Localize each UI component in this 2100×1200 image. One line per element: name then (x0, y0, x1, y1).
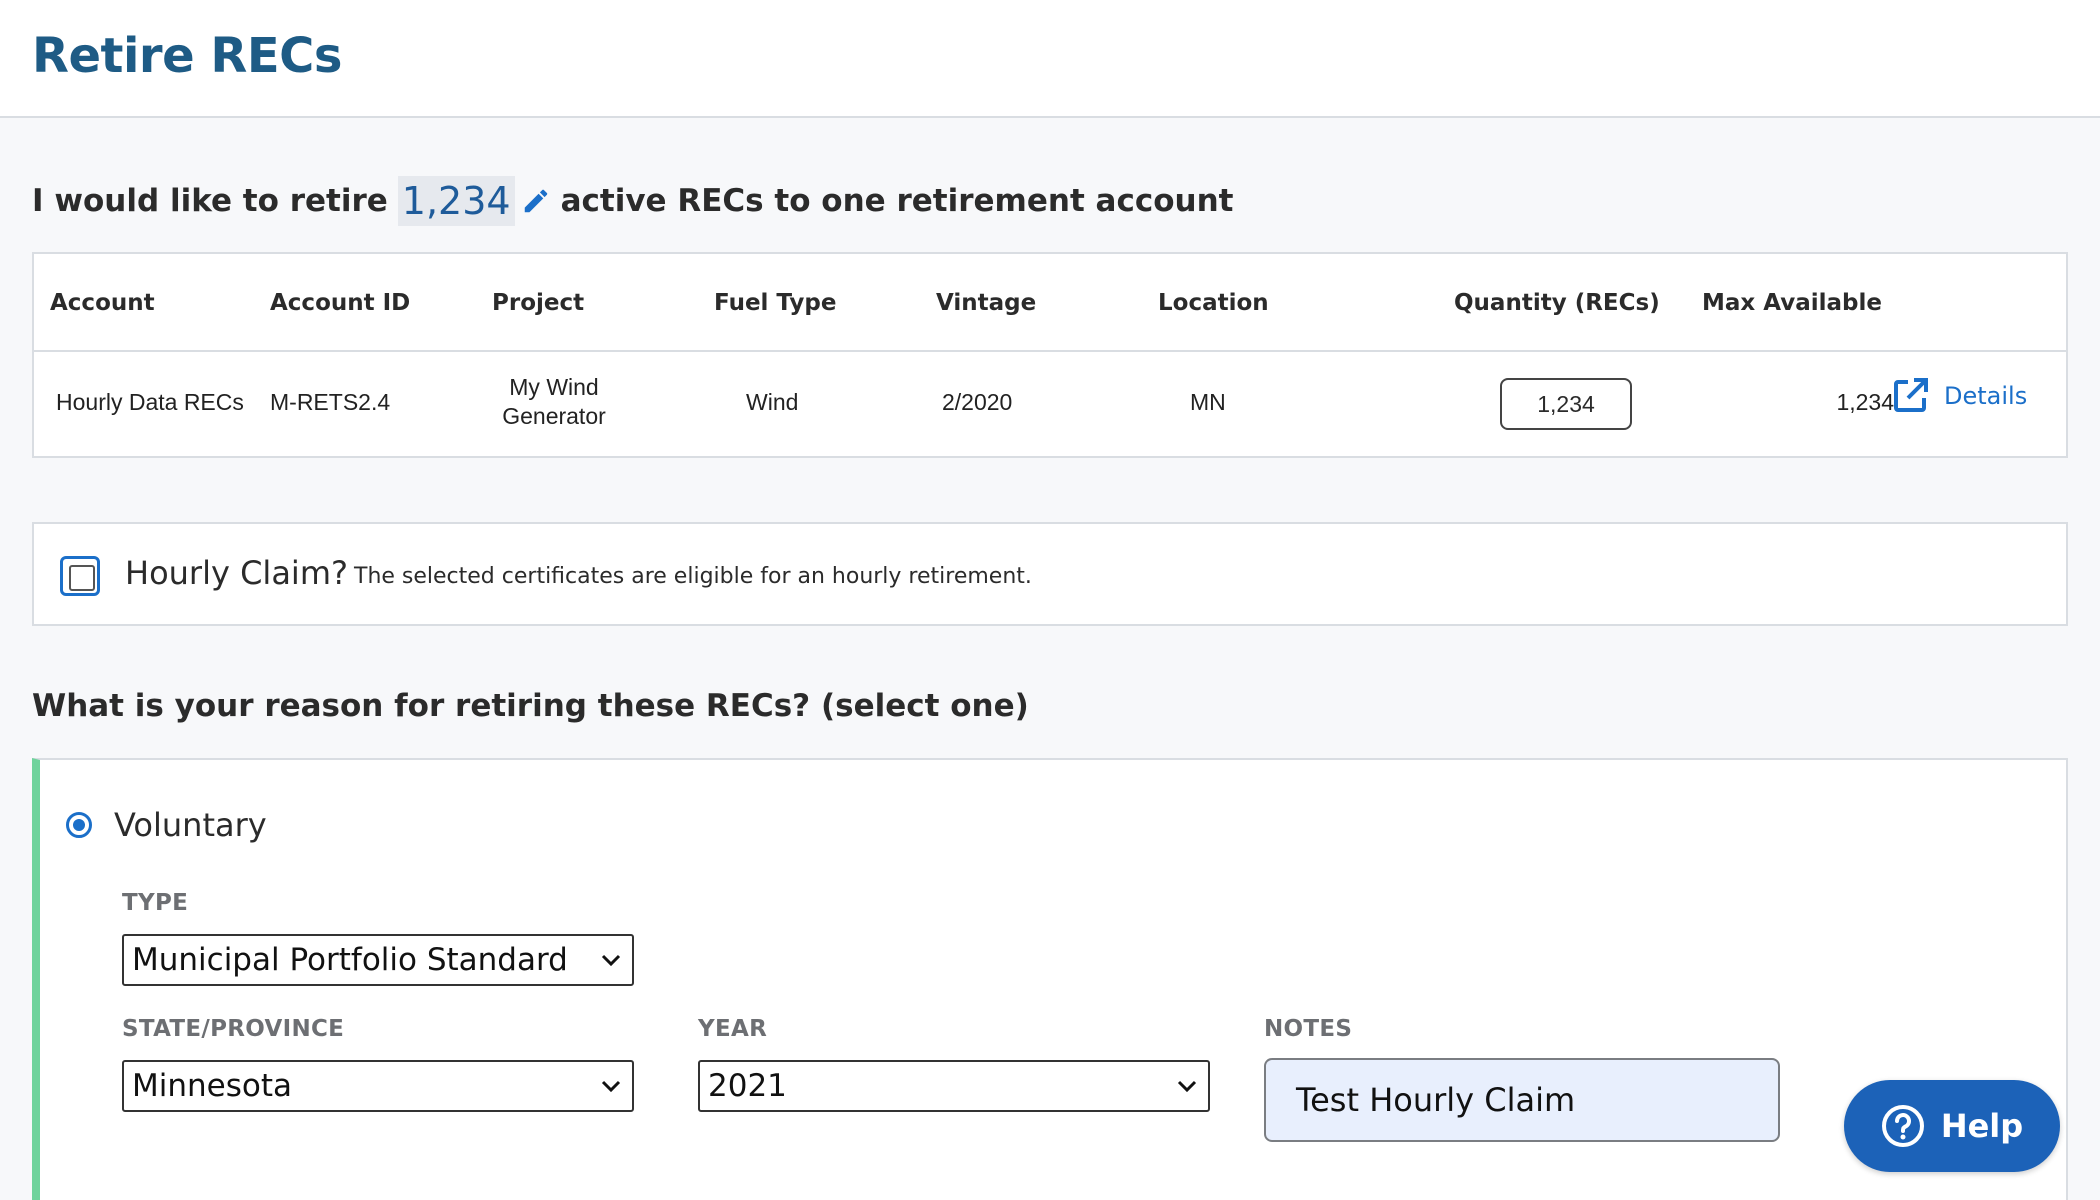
chevron-down-icon (601, 954, 621, 967)
col-header-quantity: Quantity (RECs) (1454, 290, 1660, 316)
retire-quantity[interactable]: 1,234 (397, 176, 515, 226)
state-select[interactable]: Minnesota (122, 1060, 634, 1112)
state-value: Minnesota (132, 1068, 292, 1104)
page-header: Retire RECs (0, 0, 2100, 118)
col-header-account: Account (50, 290, 155, 316)
retire-sentence: I would like to retire 1,234 active RECs… (32, 176, 1233, 226)
reason-heading: What is your reason for retiring these R… (32, 688, 1029, 724)
year-select[interactable]: 2021 (698, 1060, 1210, 1112)
type-value: Municipal Portfolio Standard (132, 942, 568, 978)
cell-project-line2: Generator (502, 403, 606, 429)
col-header-vintage: Vintage (936, 290, 1037, 316)
year-label: YEAR (698, 1016, 768, 1042)
pencil-icon[interactable] (521, 186, 551, 216)
hourly-claim-label: Hourly Claim? (125, 554, 348, 592)
type-label: TYPE (122, 890, 189, 916)
chevron-down-icon (601, 1080, 621, 1093)
state-label: STATE/PROVINCE (122, 1016, 345, 1042)
col-header-account-id: Account ID (270, 290, 411, 316)
hourly-claim-checkbox[interactable] (60, 556, 100, 596)
quantity-input[interactable]: 1,234 (1500, 378, 1632, 430)
col-header-location: Location (1158, 290, 1269, 316)
cell-account-id: M-RETS2.4 (270, 389, 391, 415)
chevron-down-icon (1177, 1080, 1197, 1093)
type-select[interactable]: Municipal Portfolio Standard (122, 934, 634, 986)
col-header-max-available: Max Available (1702, 290, 1882, 316)
recs-table: Account Account ID Project Fuel Type Vin… (32, 252, 2068, 458)
retire-prefix: I would like to retire (32, 183, 388, 219)
col-header-fuel-type: Fuel Type (714, 290, 837, 316)
col-header-project: Project (492, 290, 585, 316)
external-link-icon (1894, 378, 1928, 412)
hourly-claim-panel: Hourly Claim? The selected certificates … (32, 522, 2068, 626)
cell-project-line1: My Wind (509, 374, 599, 400)
details-label: Details (1944, 382, 2028, 410)
cell-fuel-type: Wind (746, 389, 799, 415)
voluntary-option-panel: Voluntary TYPE Municipal Portfolio Stand… (32, 758, 2068, 1200)
notes-input[interactable]: Test Hourly Claim (1264, 1058, 1780, 1142)
hourly-claim-note: The selected certificates are eligible f… (354, 564, 1032, 589)
help-button[interactable]: Help (1844, 1080, 2060, 1172)
retire-suffix: active RECs to one retirement account (560, 183, 1234, 219)
voluntary-label: Voluntary (114, 806, 267, 844)
cell-location: MN (1190, 389, 1226, 415)
cell-account: Hourly Data RECs (56, 389, 244, 415)
voluntary-radio[interactable] (66, 812, 92, 838)
table-header: Account Account ID Project Fuel Type Vin… (34, 254, 2066, 352)
question-circle-icon (1881, 1105, 1924, 1147)
cell-max-available: 1,234 (1836, 389, 1894, 415)
notes-label: NOTES (1264, 1016, 1353, 1042)
help-label: Help (1940, 1107, 2024, 1145)
year-value: 2021 (708, 1068, 787, 1104)
cell-vintage: 2/2020 (942, 389, 1013, 415)
details-link[interactable]: Details (1890, 376, 2027, 416)
page-title: Retire RECs (32, 28, 342, 84)
